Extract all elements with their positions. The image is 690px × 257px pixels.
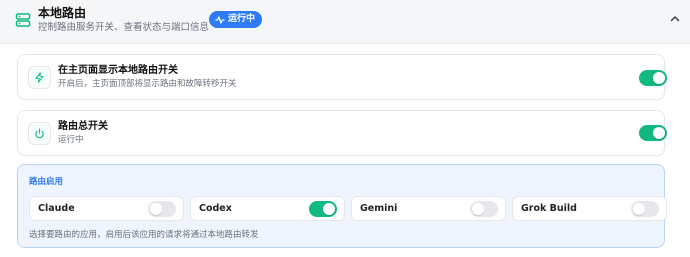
app-label: Codex xyxy=(199,203,232,214)
codex-toggle[interactable] xyxy=(309,201,337,217)
show-router-switch-card: 在主页面显示本地路由开关 开启后，主页面顶部将显示路由和故障转移开关 xyxy=(17,54,667,100)
routing-panel-title: 路由启用 xyxy=(29,177,64,187)
app-label: Grok Build xyxy=(521,203,577,214)
power-icon-box xyxy=(28,122,51,145)
setting-title: 路由总开关 xyxy=(58,121,108,132)
toggle-knob xyxy=(150,203,162,215)
lightning-icon xyxy=(35,72,44,83)
app-card-claude: Claude xyxy=(29,196,184,221)
app-label: Claude xyxy=(38,203,75,214)
routing-note: 选择要路由的应用，启用后该应用的请求将通过本地路由转发 xyxy=(29,230,259,240)
toggle-knob xyxy=(472,203,484,215)
router-master-switch-card: 路由总开关 运行中 xyxy=(17,110,667,156)
setting-description: 运行中 xyxy=(58,135,84,145)
page-subtitle: 控制路由服务开关、查看状态与端口信息 xyxy=(38,22,210,33)
local-router-header: 本地路由 控制路由服务开关、查看状态与端口信息 运行中 xyxy=(0,0,690,44)
power-icon xyxy=(35,128,44,139)
page-title: 本地路由 xyxy=(38,6,87,20)
show-router-toggle[interactable] xyxy=(639,70,667,86)
grok-build-toggle[interactable] xyxy=(631,201,659,217)
toggle-knob xyxy=(323,203,335,215)
app-card-grok-build: Grok Build xyxy=(512,196,667,221)
status-badge: 运行中 xyxy=(209,11,263,28)
routing-apps-panel: 路由启用 Claude Codex Gemini Grok Build 选择要路… xyxy=(17,164,667,248)
toggle-knob xyxy=(653,127,665,139)
setting-description: 开启后，主页面顶部将显示路由和故障转移开关 xyxy=(58,79,237,89)
app-card-gemini: Gemini xyxy=(351,196,506,221)
lightning-icon-box xyxy=(28,66,51,89)
server-icon xyxy=(15,13,31,27)
status-badge-label: 运行中 xyxy=(228,14,256,24)
toggle-knob xyxy=(653,72,665,84)
app-label: Gemini xyxy=(360,203,398,214)
claude-toggle[interactable] xyxy=(148,201,176,217)
toggle-knob xyxy=(633,203,645,215)
router-master-toggle[interactable] xyxy=(639,125,667,141)
setting-title: 在主页面显示本地路由开关 xyxy=(58,65,178,76)
app-card-codex: Codex xyxy=(190,196,345,221)
activity-icon xyxy=(215,15,225,24)
gemini-toggle[interactable] xyxy=(470,201,498,217)
chevron-up-icon[interactable] xyxy=(668,12,682,26)
